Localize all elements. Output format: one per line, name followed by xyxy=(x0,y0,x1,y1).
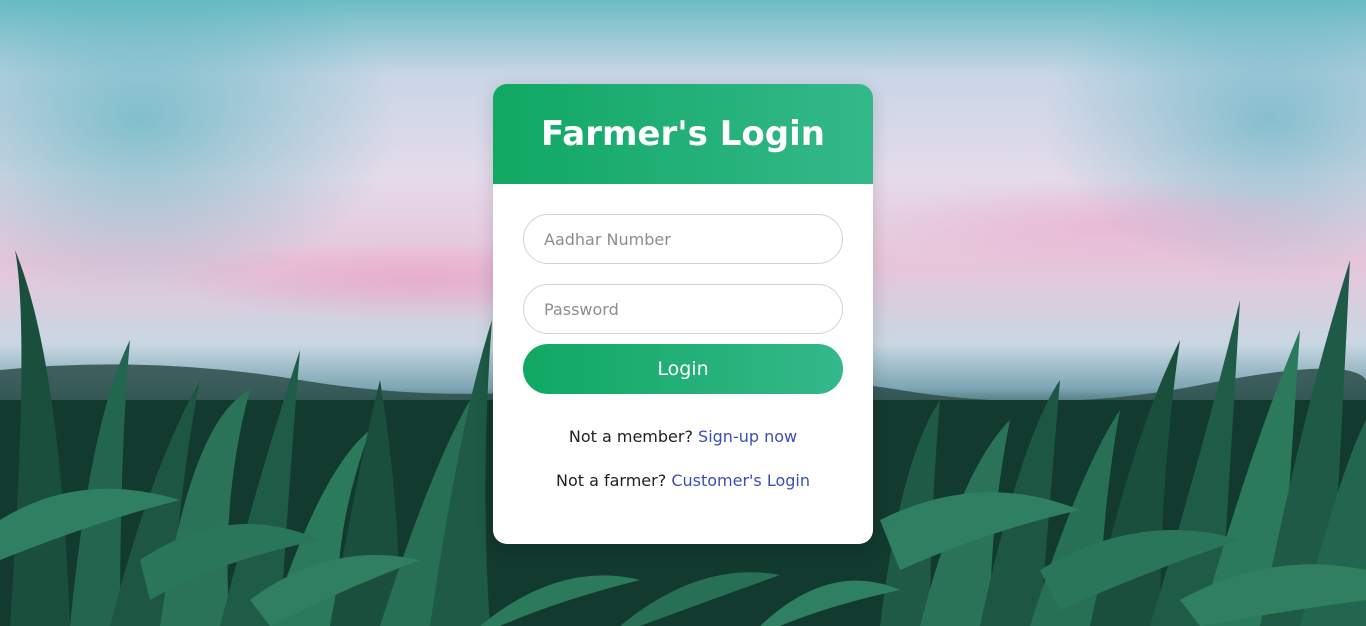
signup-prompt: Not a member? xyxy=(568,427,693,446)
login-card: Farmer's Login Login Not a member? Sign-… xyxy=(493,84,873,544)
customer-prompt: Not a farmer? xyxy=(555,471,667,490)
signup-link[interactable]: Sign-up now xyxy=(698,427,797,446)
signup-line: Not a member? Sign-up now xyxy=(523,427,843,446)
login-button[interactable]: Login xyxy=(523,344,843,394)
login-form: Login Not a member? Sign-up now Not a fa… xyxy=(493,184,873,490)
auth-links: Not a member? Sign-up now Not a farmer? … xyxy=(523,427,843,490)
customer-login-link[interactable]: Customer's Login xyxy=(671,471,810,490)
aadhar-number-input[interactable] xyxy=(523,214,843,264)
login-card-header: Farmer's Login xyxy=(493,84,873,184)
customer-login-line: Not a farmer? Customer's Login xyxy=(523,471,843,490)
page-title: Farmer's Login xyxy=(541,114,825,154)
password-input[interactable] xyxy=(523,284,843,334)
